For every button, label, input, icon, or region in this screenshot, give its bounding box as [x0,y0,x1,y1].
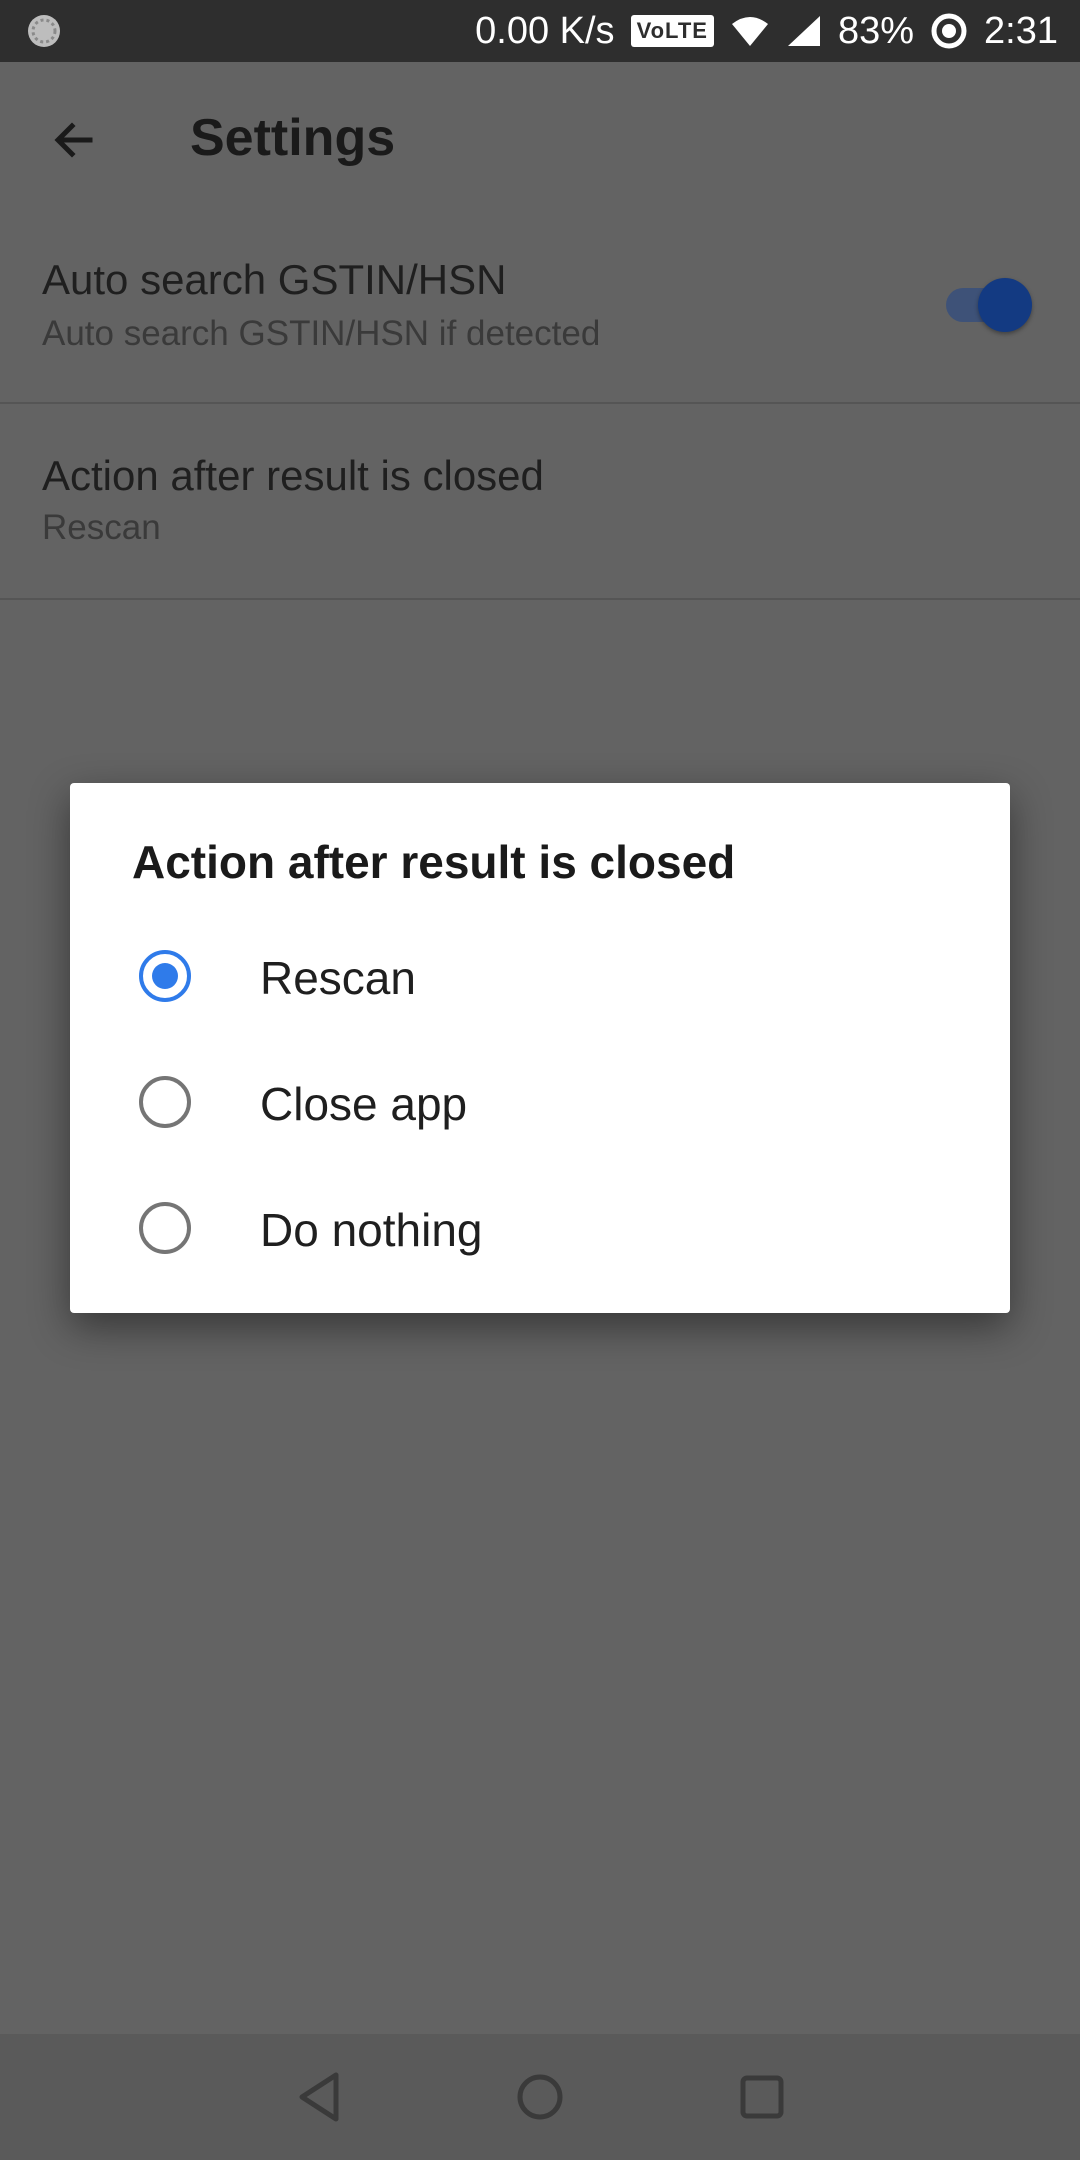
toggle-thumb [978,278,1032,332]
volte-badge: VoLTE [630,15,714,47]
radio-button[interactable] [139,1202,191,1254]
pref-action-after-close[interactable]: Action after result is closed Rescan [0,404,1080,600]
app-notification-icon [28,15,60,47]
cell-signal-icon [787,16,820,46]
navigation-bar [0,2034,1080,2160]
back-button[interactable] [42,108,106,172]
radio-button-checked[interactable] [139,950,191,1002]
app-bar: Settings [0,62,1080,214]
option-label: Rescan [260,952,416,1004]
radio-dot [152,963,178,989]
home-circle-icon[interactable] [510,2067,570,2127]
pref-title: Action after result is closed [42,452,544,499]
pref-summary: Auto search GSTIN/HSN if detected [42,314,601,353]
back-triangle-icon[interactable] [290,2067,350,2127]
option-label: Do nothing [260,1204,483,1256]
option-rescan[interactable]: Rescan [70,913,1010,1039]
pref-title: Auto search GSTIN/HSN [42,256,507,303]
arrow-back-icon [54,122,93,158]
pref-auto-search[interactable]: Auto search GSTIN/HSN Auto search GSTIN/… [0,214,1080,404]
clock: 2:31 [984,9,1058,52]
network-speed: 0.00 K/s [475,9,615,52]
recents-square-icon[interactable] [732,2067,792,2127]
page-title: Settings [190,109,396,167]
option-label: Close app [260,1078,468,1130]
status-bar: 0.00 K/s VoLTE 83% 2:31 [0,0,1080,62]
auto-search-toggle[interactable] [946,278,1032,332]
choice-dialog: Action after result is closed Rescan Clo… [70,783,1010,1313]
option-close-app[interactable]: Close app [70,1039,1010,1165]
status-indicators: 0.00 K/s VoLTE 83% 2:31 [475,0,1058,62]
pref-summary: Rescan [42,508,161,547]
battery-percent: 83% [837,9,915,52]
wifi-icon [731,17,768,46]
option-do-nothing[interactable]: Do nothing [70,1165,1010,1291]
dialog-title: Action after result is closed [132,836,736,888]
radio-button[interactable] [139,1076,191,1128]
battery-ring-icon [931,13,967,49]
